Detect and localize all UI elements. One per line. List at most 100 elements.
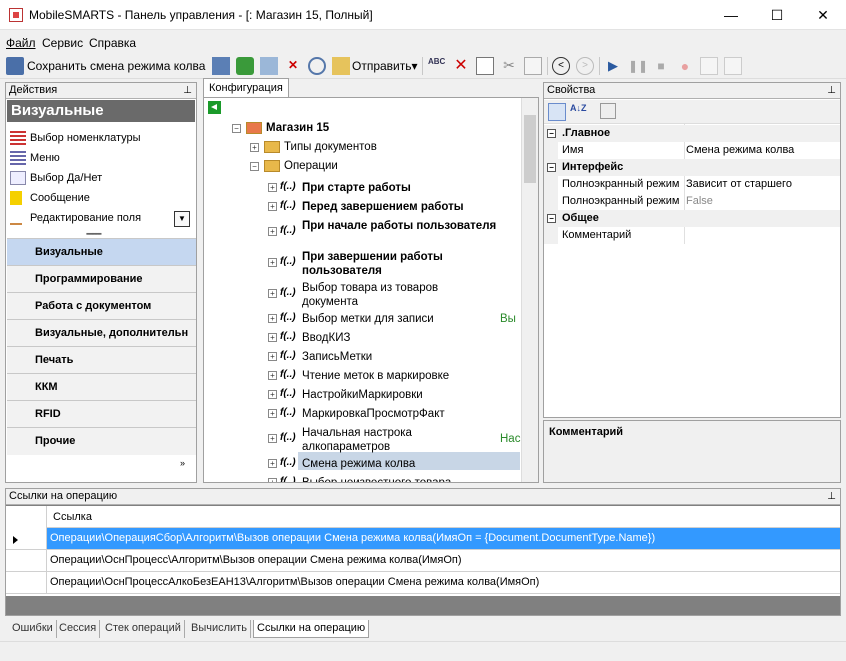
category-rfid[interactable]: RFID	[7, 400, 196, 427]
tool-menu[interactable]: Меню	[10, 149, 60, 167]
expand-node-icon[interactable]: +	[268, 183, 277, 192]
send-button[interactable]: Отправить▾	[352, 59, 418, 73]
tree-operation-3[interactable]: При начале работы пользователя	[302, 219, 497, 233]
property-value[interactable]: Смена режима колва	[686, 142, 838, 159]
category-kkm[interactable]: ККМ	[7, 373, 196, 400]
tool-message[interactable]: Сообщение	[10, 189, 90, 207]
pause-icon[interactable]: ❚❚	[628, 57, 648, 75]
paste-icon[interactable]	[524, 57, 542, 75]
tree-operation-1[interactable]: При старте работы	[302, 181, 497, 195]
minimize-button[interactable]: —	[708, 0, 754, 30]
expand-node-icon[interactable]: +	[268, 478, 277, 482]
save-icon[interactable]	[6, 57, 24, 75]
property-group[interactable]: − Общее	[544, 210, 840, 227]
tool-yes-no[interactable]: Выбор Да/Нет	[10, 169, 102, 187]
find-icon[interactable]	[308, 57, 326, 75]
tree-operation-11[interactable]: МаркировкаПросмотрФакт	[302, 407, 497, 421]
menu-service[interactable]: Сервис	[42, 36, 83, 50]
publish-icon[interactable]	[260, 57, 278, 75]
tab-errors[interactable]: Ошибки	[9, 620, 57, 638]
expand-node-icon[interactable]: +	[268, 409, 277, 418]
menu-file[interactable]: Файл	[6, 36, 36, 50]
cut-icon[interactable]: ✂	[500, 57, 518, 75]
maximize-button[interactable]: ☐	[754, 0, 800, 30]
category-print[interactable]: Печать	[7, 346, 196, 373]
tree-operation-8[interactable]: ЗаписьМетки	[302, 350, 497, 364]
category-visual[interactable]: Визуальные	[7, 238, 196, 265]
property-group[interactable]: − .Главное	[544, 125, 840, 142]
property-row[interactable]: Полноэкранный режим Зависит от старшего	[544, 176, 840, 193]
forward-icon[interactable]: >	[576, 57, 594, 75]
scroll-thumb[interactable]	[524, 115, 536, 183]
table-row[interactable]: Операции\ОснПроцессАлкоБезЕАН13\Алгоритм…	[46, 572, 840, 594]
tree-operation-4[interactable]: При завершении работы пользователя	[302, 250, 497, 278]
collapse-icon[interactable]: −	[547, 214, 556, 223]
delete-doc-icon[interactable]: ✕	[284, 57, 302, 75]
tree-operation-14[interactable]: Выбор неизвестного товара	[302, 476, 497, 482]
table-row[interactable]: Операции\ОснПроцесс\Алгоритм\Вызов опера…	[46, 550, 840, 572]
menu-help[interactable]: Справка	[89, 36, 136, 50]
pin-icon[interactable]: ⊥	[183, 83, 192, 98]
step-over-icon[interactable]	[724, 57, 742, 75]
category-document[interactable]: Работа с документом	[7, 292, 196, 319]
property-row[interactable]: Имя Смена режима колва	[544, 142, 840, 159]
tab-op-stack[interactable]: Стек операций	[102, 620, 185, 638]
expand-node-icon[interactable]: +	[268, 434, 277, 443]
expand-icon[interactable]: »	[180, 458, 185, 468]
dropdown-arrow-icon[interactable]: ▼	[174, 211, 190, 227]
property-row[interactable]: Полноэкранный режим False	[544, 193, 840, 210]
expand-node-icon[interactable]: +	[268, 258, 277, 267]
pin-icon[interactable]: ⊥	[827, 489, 836, 504]
category-programming[interactable]: Программирование	[7, 265, 196, 292]
tree-operation-12[interactable]: Начальная настрока алкопараметров	[302, 426, 497, 454]
splitter-grip[interactable]: ▪▪▪▪▪▪▪▪▪▪	[86, 231, 102, 238]
spellcheck-icon[interactable]: ABC	[428, 57, 446, 75]
tool-edit-field[interactable]: Редактирование поля	[10, 209, 141, 227]
row-header[interactable]	[6, 572, 46, 594]
tab-op-references[interactable]: Ссылки на операцию	[253, 620, 370, 638]
expand-node-icon[interactable]: +	[250, 143, 259, 152]
table-row[interactable]: Операции\ОперацияСбор\Алгоритм\Вызов опе…	[46, 528, 840, 550]
expand-node-icon[interactable]: +	[268, 333, 277, 342]
category-visual-extra[interactable]: Визуальные, дополнительн	[7, 319, 196, 346]
tree-doc-types[interactable]: Типы документов	[284, 140, 377, 154]
tree-operation-9[interactable]: Чтение меток в маркировке	[302, 369, 497, 383]
copy-icon[interactable]	[476, 57, 494, 75]
tab-configuration[interactable]: Конфигурация	[203, 78, 289, 98]
tree-operation-13[interactable]: Смена режима колва	[302, 457, 497, 471]
property-row[interactable]: Комментарий	[544, 227, 840, 244]
collapse-node-icon[interactable]: −	[250, 162, 259, 171]
refresh-icon[interactable]	[236, 57, 254, 75]
play-icon[interactable]: ▶	[604, 57, 622, 75]
expand-node-icon[interactable]: +	[268, 371, 277, 380]
column-header-link[interactable]: Ссылка	[46, 506, 840, 528]
expand-node-icon[interactable]: +	[268, 227, 277, 236]
collapse-icon[interactable]: −	[547, 129, 556, 138]
stop-icon[interactable]: ■	[652, 57, 670, 75]
property-pages-icon[interactable]	[600, 103, 616, 119]
expand-node-icon[interactable]: +	[268, 352, 277, 361]
row-header[interactable]	[6, 550, 46, 572]
tree-operation-6[interactable]: Выбор метки для записи	[302, 312, 497, 326]
row-header[interactable]	[6, 528, 46, 550]
save-all-icon[interactable]	[212, 57, 230, 75]
back-arrow-icon[interactable]	[208, 101, 221, 114]
property-value[interactable]: Зависит от старшего	[686, 176, 838, 193]
expand-node-icon[interactable]: +	[268, 459, 277, 468]
pin-icon[interactable]: ⊥	[827, 83, 836, 98]
back-icon[interactable]: <	[552, 57, 570, 75]
tree-operation-7[interactable]: ВводКИЗ	[302, 331, 497, 345]
save-button[interactable]: Сохранить смена режима колва	[27, 59, 205, 73]
collapse-icon[interactable]: −	[232, 124, 241, 133]
tree-operation-2[interactable]: Перед завершением работы	[302, 200, 497, 214]
cancel-icon[interactable]: ✕	[452, 57, 470, 75]
category-other[interactable]: Прочие	[7, 427, 196, 455]
tree-operation-10[interactable]: НастройкиМаркировки	[302, 388, 497, 402]
breakpoint-icon[interactable]: ●	[676, 57, 694, 75]
property-group[interactable]: − Интерфейс	[544, 159, 840, 176]
sort-az-icon[interactable]: A↓Z	[570, 103, 588, 121]
close-button[interactable]: ✕	[800, 0, 846, 30]
tab-evaluate[interactable]: Вычислить	[188, 620, 251, 638]
expand-node-icon[interactable]: +	[268, 314, 277, 323]
categorized-icon[interactable]	[548, 103, 566, 121]
